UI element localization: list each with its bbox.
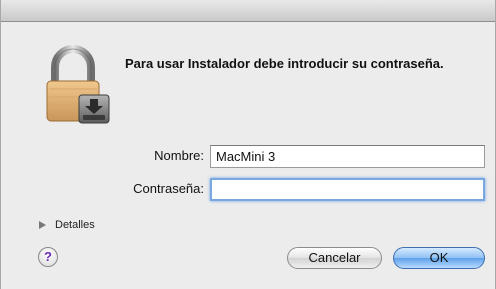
disclosure-triangle-icon[interactable] bbox=[39, 221, 46, 229]
question-mark-icon: ? bbox=[44, 249, 52, 264]
cancel-button[interactable]: Cancelar bbox=[287, 247, 382, 269]
dialog-message: Para usar Instalador debe introducir su … bbox=[125, 56, 444, 71]
title-bar[interactable] bbox=[1, 0, 495, 22]
lock-icon bbox=[41, 45, 117, 125]
ok-button[interactable]: OK bbox=[393, 247, 485, 269]
password-label: Contraseña: bbox=[133, 181, 204, 196]
name-label: Nombre: bbox=[154, 148, 204, 163]
name-field[interactable] bbox=[210, 145, 485, 168]
details-disclosure[interactable]: Detalles bbox=[39, 219, 95, 231]
help-button[interactable]: ? bbox=[38, 247, 58, 267]
details-label[interactable]: Detalles bbox=[55, 219, 95, 231]
password-field[interactable] bbox=[210, 178, 485, 201]
authentication-dialog: Para usar Instalador debe introducir su … bbox=[0, 0, 496, 289]
